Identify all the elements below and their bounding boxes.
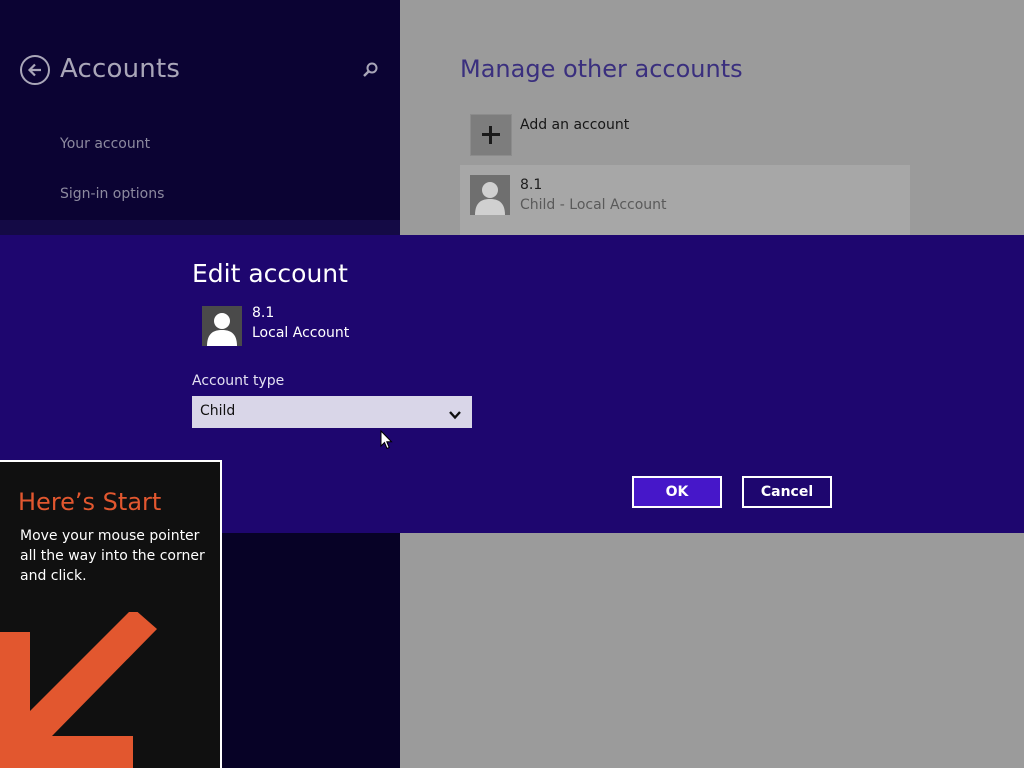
chevron-down-icon [448,406,462,425]
sidebar-item-sign-in-options[interactable]: Sign-in options [60,186,164,202]
account-type-label: Account type [192,373,285,389]
arrow-down-left-icon [0,608,220,768]
dialog-title: Edit account [192,259,348,288]
start-tip-panel: Here’s Start Move your mouse pointer all… [0,460,222,768]
tip-title: Here’s Start [18,488,162,516]
dialog-account-name: 8.1 [252,305,275,321]
account-type: Child - Local Account [520,197,667,213]
dialog-account-kind: Local Account [252,325,350,341]
account-name: 8.1 [520,177,543,193]
account-type-selected-value: Child [200,403,236,419]
sidebar-item-your-account[interactable]: Your account [60,136,150,152]
user-avatar-icon [470,175,510,215]
user-avatar-icon [202,306,242,346]
cancel-button[interactable]: Cancel [742,476,832,508]
tip-body: Move your mouse pointer all the way into… [20,528,205,584]
sidebar-selected-band [0,220,400,235]
search-icon[interactable] [361,61,379,83]
add-account-label[interactable]: Add an account [520,117,629,133]
account-type-select[interactable]: Child [192,396,472,428]
ok-button[interactable]: OK [632,476,722,508]
sidebar-title: Accounts [60,54,181,84]
manage-accounts-title: Manage other accounts [460,55,743,83]
back-arrow-icon[interactable] [20,55,50,85]
mouse-pointer-icon [380,429,394,454]
account-list-item[interactable]: 8.1 Child - Local Account [460,165,910,235]
add-account-button[interactable] [470,114,512,156]
